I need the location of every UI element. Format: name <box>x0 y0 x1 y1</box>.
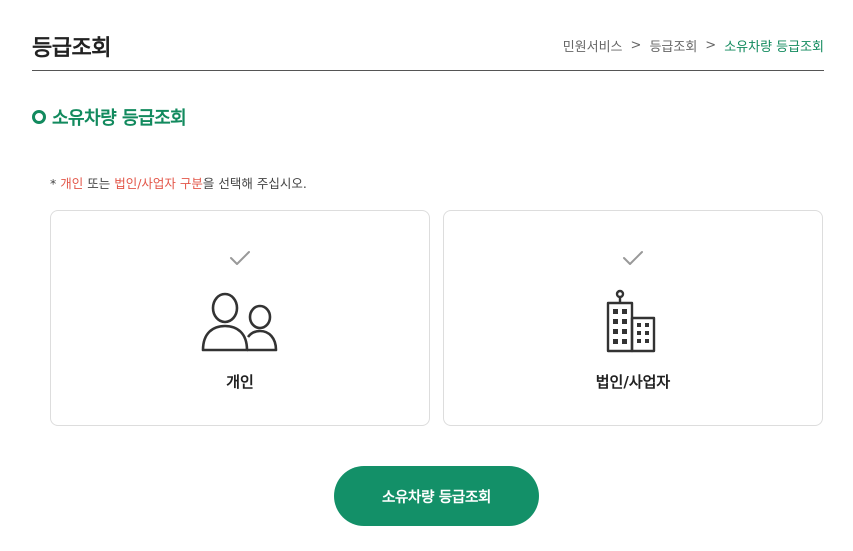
option-label-personal: 개인 <box>226 373 254 391</box>
section-title-text: 소유차량 등급조회 <box>52 108 187 129</box>
breadcrumb-separator: > <box>630 38 642 53</box>
breadcrumb: 민원서비스 > 등급조회 > 소유차량 등급조회 <box>563 36 824 55</box>
notice-middle: 또는 <box>83 176 115 191</box>
ring-bullet-icon <box>32 110 46 124</box>
building-icon <box>606 289 656 353</box>
breadcrumb-current: 소유차량 등급조회 <box>724 40 824 55</box>
notice-prefix: * <box>50 176 61 191</box>
page-title: 등급조회 <box>32 36 111 61</box>
people-icon <box>201 292 278 352</box>
grade-lookup-submit-button[interactable]: 소유차량 등급조회 <box>334 466 539 526</box>
section-title: 소유차량 등급조회 <box>32 104 187 130</box>
option-card-personal[interactable]: 개인 <box>50 210 430 426</box>
notice-highlight-personal: 개인 <box>60 176 84 191</box>
breadcrumb-item-grade-lookup[interactable]: 등급조회 <box>649 36 697 55</box>
option-label-corporate: 법인/사업자 <box>595 373 671 391</box>
notice-suffix: 을 선택해 주십시오. <box>202 176 307 191</box>
breadcrumb-item-civil-service[interactable]: 민원서비스 <box>563 36 623 55</box>
page-header: 등급조회 민원서비스 > 등급조회 > 소유차량 등급조회 <box>32 30 824 71</box>
breadcrumb-separator: > <box>705 38 717 53</box>
check-icon <box>230 251 250 265</box>
notice-highlight-corporate: 법인/사업자 구분 <box>114 176 203 191</box>
option-card-corporate[interactable]: 법인/사업자 <box>443 210 823 426</box>
check-icon <box>623 251 643 265</box>
selection-notice: * 개인 또는 법인/사업자 구분을 선택해 주십시오. <box>50 173 307 192</box>
